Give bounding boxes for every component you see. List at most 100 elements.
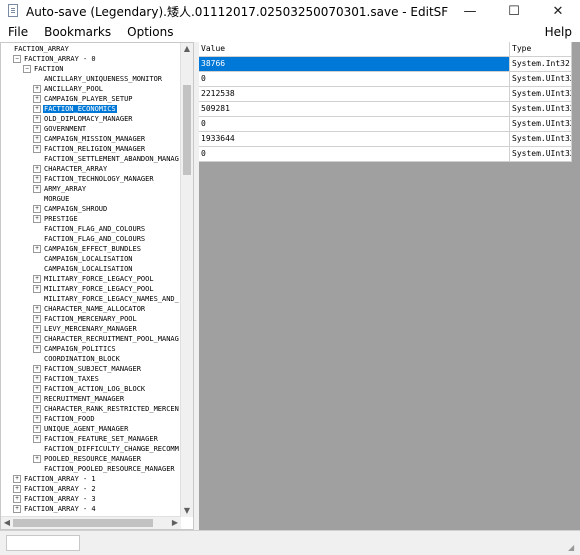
column-header-value[interactable]: Value xyxy=(199,42,510,57)
tree-node[interactable]: + UNIQUE_AGENT_MANAGER xyxy=(33,424,129,434)
tree-node[interactable]: + CAMPAIGN_MISSION_MANAGER xyxy=(33,134,146,144)
expand-icon[interactable]: + xyxy=(33,205,41,213)
tree-node[interactable]: + FACTION_ACTION_LOG_BLOCK xyxy=(33,384,146,394)
tree-node[interactable]: + ANCILLARY_POOL xyxy=(33,84,104,94)
tree-node[interactable]: + FACTION_ARRAY - 3 xyxy=(13,494,97,504)
tree-node[interactable]: + OLD_DIPLOMACY_MANAGER xyxy=(33,114,134,124)
maximize-button[interactable]: ☐ xyxy=(492,0,536,22)
tree-node[interactable]: + FACTION_ARRAY - 1 xyxy=(13,474,97,484)
grid-row[interactable]: 509281 System.UInt32 xyxy=(199,102,572,117)
expand-icon[interactable]: + xyxy=(13,505,21,513)
tree-node[interactable]: CAMPAIGN_LOCALISATION xyxy=(33,254,134,264)
expand-icon[interactable]: + xyxy=(33,165,41,173)
scroll-left-icon[interactable]: ◀ xyxy=(1,517,13,529)
tree-node[interactable]: + POOLED_RESOURCE_MANAGER xyxy=(33,454,142,464)
tree-horizontal-scrollbar[interactable]: ◀ ▶ xyxy=(1,516,181,529)
tree-node[interactable]: + CHARACTER_ARRAY xyxy=(33,164,108,174)
scroll-up-icon[interactable]: ▲ xyxy=(181,43,193,55)
tree-node[interactable]: + FACTION_SUBJECT_MANAGER xyxy=(33,364,142,374)
expand-icon[interactable]: + xyxy=(33,105,41,113)
tree-node[interactable]: COORDINATION_BLOCK xyxy=(33,354,121,364)
tree-node[interactable]: + FACTION_MERCENARY_POOL xyxy=(33,314,138,324)
expand-icon[interactable]: + xyxy=(33,365,41,373)
node-tree[interactable]: FACTION_ARRAY − FACTION_ARRAY - 0− FACTION A… xyxy=(0,42,194,530)
expand-icon[interactable]: + xyxy=(33,285,41,293)
tree-node[interactable]: CAMPAIGN_LOCALISATION xyxy=(33,264,134,274)
tree-node[interactable]: FACTION_FLAG_AND_COLOURS xyxy=(33,234,146,244)
expand-icon[interactable]: + xyxy=(33,145,41,153)
tree-node[interactable]: + ARMY_ARRAY xyxy=(33,184,87,194)
expand-icon[interactable]: + xyxy=(33,405,41,413)
tree-vertical-scrollbar[interactable]: ▲ ▼ xyxy=(180,43,193,517)
expand-icon[interactable]: + xyxy=(33,115,41,123)
tree-node[interactable]: + FACTION_TAXES xyxy=(33,374,100,384)
scroll-down-icon[interactable]: ▼ xyxy=(181,505,193,517)
tree-node[interactable]: + CAMPAIGN_POLITICS xyxy=(33,344,117,354)
tree-node[interactable]: + FACTION_ARRAY - 2 xyxy=(13,484,97,494)
expand-icon[interactable]: + xyxy=(33,215,41,223)
menu-options[interactable]: Options xyxy=(119,25,181,39)
tree-node[interactable]: + LEVY_MERCENARY_MANAGER xyxy=(33,324,138,334)
tree-node[interactable]: + GOVERNMENT xyxy=(33,124,87,134)
tree-node[interactable]: FACTION_FLAG_AND_COLOURS xyxy=(33,224,146,234)
expand-icon[interactable]: + xyxy=(33,375,41,383)
tree-node[interactable]: + CAMPAIGN_PLAYER_SETUP xyxy=(33,94,134,104)
tree-node[interactable]: + CAMPAIGN_SHROUD xyxy=(33,204,108,214)
grid-row[interactable]: 0 System.UInt32 xyxy=(199,147,572,162)
tree-node[interactable]: + FACTION_ARRAY - 4 xyxy=(13,504,97,514)
value-cell[interactable]: 509281 xyxy=(199,102,510,117)
expand-icon[interactable]: + xyxy=(33,95,41,103)
expand-icon[interactable]: + xyxy=(33,455,41,463)
value-cell[interactable]: 0 xyxy=(199,72,510,87)
minimize-button[interactable]: — xyxy=(448,0,492,22)
tree-node[interactable]: + CHARACTER_NAME_ALLOCATOR xyxy=(33,304,146,314)
expand-icon[interactable]: + xyxy=(33,175,41,183)
tree-node[interactable]: − FACTION xyxy=(23,64,65,74)
expand-icon[interactable]: + xyxy=(33,85,41,93)
expand-icon[interactable]: + xyxy=(33,135,41,143)
collapse-icon[interactable]: − xyxy=(13,55,21,63)
tree-node[interactable]: FACTION_ARRAY xyxy=(3,44,70,54)
expand-icon[interactable]: + xyxy=(33,395,41,403)
tree-node[interactable]: + MILITARY_FORCE_LEGACY_POOL xyxy=(33,284,155,294)
tree-node[interactable]: MILITARY_FORCE_LEGACY_NAMES_AND_ xyxy=(33,294,180,304)
expand-icon[interactable]: + xyxy=(33,315,41,323)
close-button[interactable]: ✕ xyxy=(536,0,580,22)
value-cell[interactable]: 2212538 xyxy=(199,87,510,102)
column-header-type[interactable]: Type xyxy=(510,42,572,57)
expand-icon[interactable]: + xyxy=(33,435,41,443)
tree-node[interactable]: + FACTION_RELIGION_MANAGER xyxy=(33,144,146,154)
tree-node[interactable]: − FACTION_ARRAY - 0 xyxy=(13,54,97,64)
tree-node[interactable]: FACTION_SETTLEMENT_ABANDON_MANAG xyxy=(33,154,180,164)
expand-icon[interactable]: + xyxy=(13,475,21,483)
value-cell[interactable]: 0 xyxy=(199,147,510,162)
tree-node[interactable]: + MILITARY_FORCE_LEGACY_POOL xyxy=(33,274,155,284)
tree-node[interactable]: MORGUE xyxy=(33,194,70,204)
grid-row[interactable]: 0 System.UInt32 xyxy=(199,72,572,87)
tree-node[interactable]: + RECRUITMENT_MANAGER xyxy=(33,394,125,404)
status-field[interactable] xyxy=(6,535,80,551)
scroll-right-icon[interactable]: ▶ xyxy=(169,517,181,529)
tree-node[interactable]: FACTION_POOLED_RESOURCE_MANAGER xyxy=(33,464,176,474)
expand-icon[interactable]: + xyxy=(33,245,41,253)
menu-bookmarks[interactable]: Bookmarks xyxy=(36,25,119,39)
tree-node[interactable]: FACTION_DIFFICULTY_CHANGE_RECOMM xyxy=(33,444,180,454)
expand-icon[interactable]: + xyxy=(33,125,41,133)
expand-icon[interactable]: + xyxy=(13,495,21,503)
tree-node[interactable]: + FACTION_TECHNOLOGY_MANAGER xyxy=(33,174,155,184)
grid-row[interactable]: 2212538 System.UInt32 xyxy=(199,87,572,102)
grid-row[interactable]: 1933644 System.UInt32 xyxy=(199,132,572,147)
tree-hscroll-thumb[interactable] xyxy=(13,519,153,527)
expand-icon[interactable]: + xyxy=(33,385,41,393)
tree-node[interactable]: + CHARACTER_RANK_RESTRICTED_MERCEN xyxy=(33,404,180,414)
tree-node[interactable]: ANCILLARY_UNIQUENESS_MONITOR xyxy=(33,74,163,84)
menu-file[interactable]: File xyxy=(0,25,36,39)
expand-icon[interactable]: + xyxy=(33,415,41,423)
tree-scroll-thumb[interactable] xyxy=(183,85,191,175)
expand-icon[interactable]: + xyxy=(13,485,21,493)
expand-icon[interactable]: + xyxy=(33,305,41,313)
resize-grip-icon[interactable]: ◢ xyxy=(568,543,576,552)
expand-icon[interactable]: + xyxy=(33,325,41,333)
expand-icon[interactable]: + xyxy=(33,335,41,343)
expand-icon[interactable]: + xyxy=(33,275,41,283)
